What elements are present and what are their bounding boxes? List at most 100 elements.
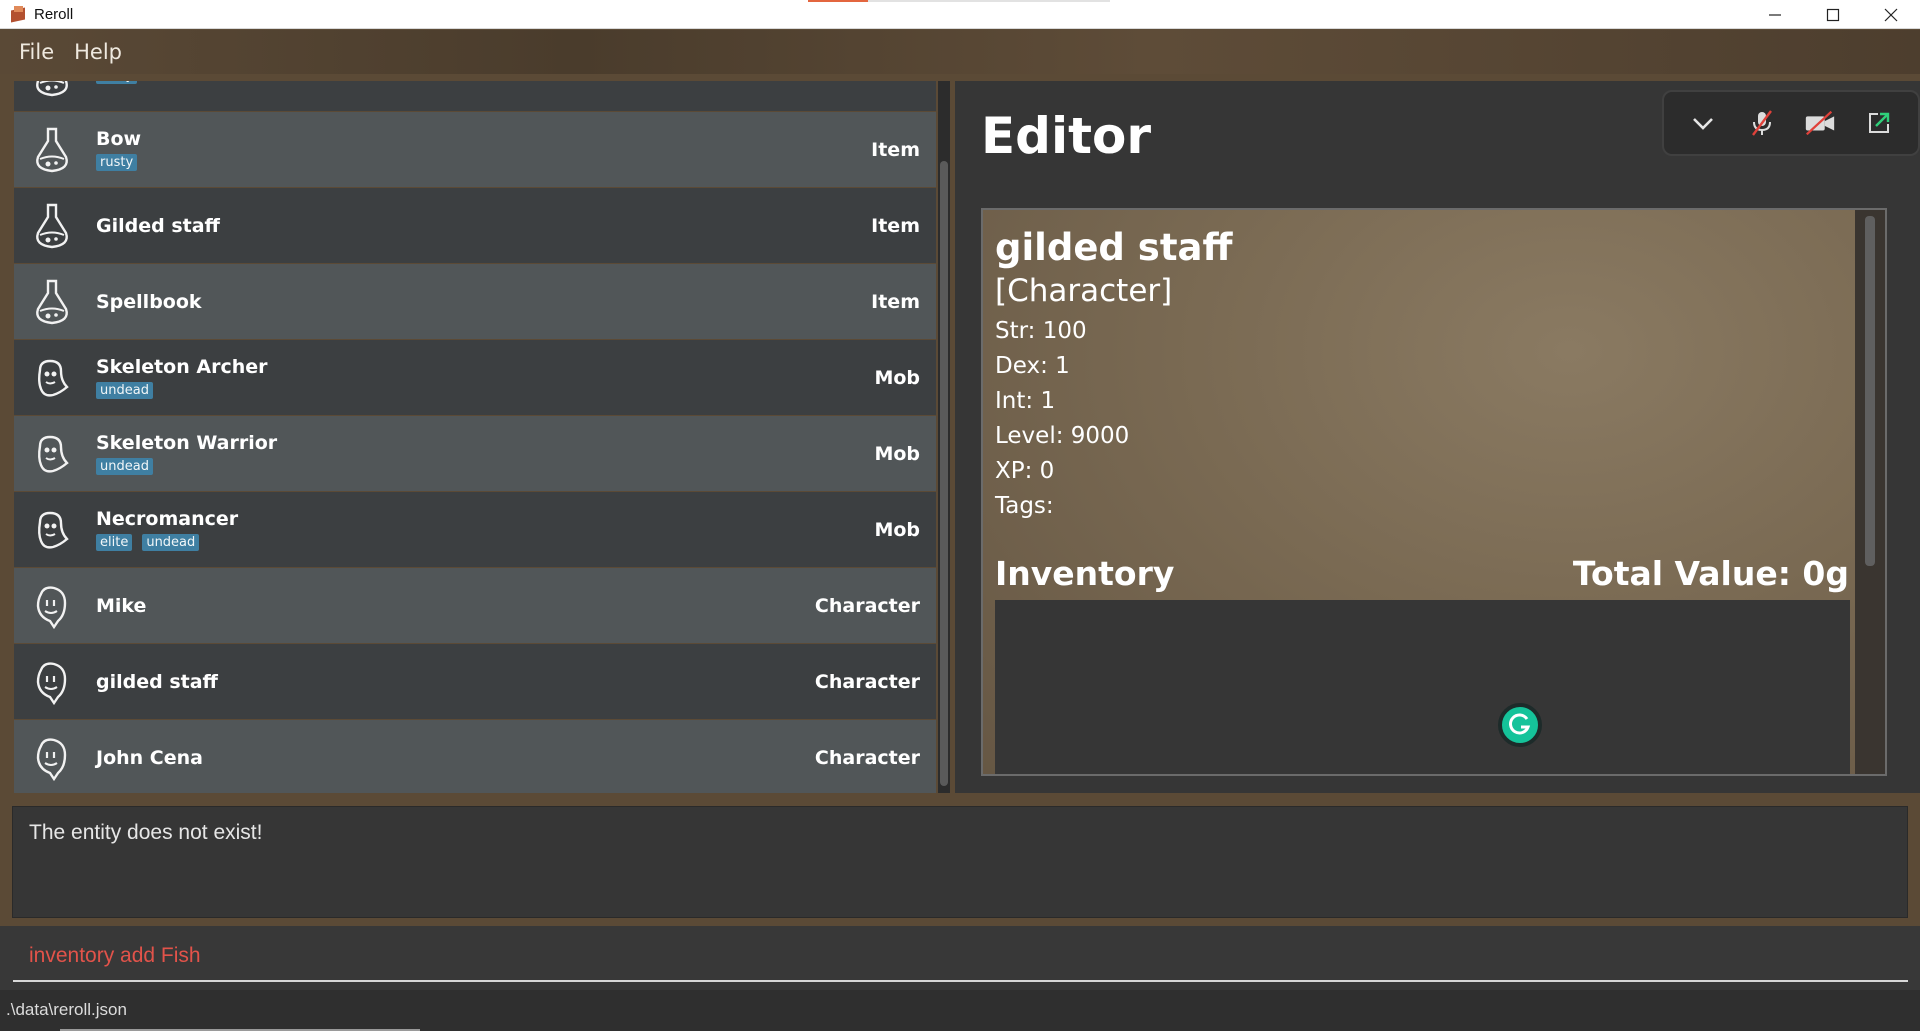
mute-microphone-button[interactable] <box>1745 106 1779 140</box>
stat-level: Level: 9000 <box>995 423 1130 449</box>
stat-int: Int: 1 <box>995 388 1056 414</box>
entity-type: Item <box>871 81 920 85</box>
entity-type: Mob <box>874 518 920 541</box>
microphone-off-icon <box>1751 110 1772 136</box>
entity-row[interactable]: John Cena Character <box>14 720 936 793</box>
tag-badge: undead <box>96 458 153 475</box>
ghost-icon <box>30 504 74 556</box>
entity-row[interactable]: Skeleton Warrior undead Mob <box>14 416 936 491</box>
entity-name: John Cena <box>96 746 203 769</box>
entity-row[interactable]: Spellbook Item <box>14 264 936 339</box>
share-screen-icon <box>1868 112 1889 133</box>
character-card: gilded staff [Character] Str: 100 Dex: 1… <box>981 208 1887 776</box>
window-title: Reroll <box>34 5 74 23</box>
entity-row[interactable]: Necromancer elite undead Mob <box>14 492 936 567</box>
entity-name: Bow <box>96 128 142 150</box>
title-bar: Reroll <box>0 0 1920 29</box>
entity-tags: undead <box>96 458 277 475</box>
entity-name: Skeleton Warrior <box>96 432 278 454</box>
tag-badge: undead <box>96 382 153 399</box>
window-controls <box>1746 0 1920 29</box>
card-scrollbar-thumb[interactable] <box>1865 216 1875 566</box>
minimize-button[interactable] <box>1746 0 1804 29</box>
entity-type: Character <box>814 670 920 693</box>
potion-flask-icon <box>30 124 74 176</box>
tag-badge: rusty <box>96 154 138 171</box>
entity-tags: undead <box>96 382 268 399</box>
maximize-icon <box>1826 8 1840 21</box>
character-name: gilded staff <box>995 226 1233 269</box>
entity-type: Item <box>871 138 920 161</box>
title-progress-bar <box>808 0 1110 2</box>
stat-tags: Tags: <box>995 493 1054 519</box>
entity-text: John Cena <box>96 747 203 769</box>
menu-help[interactable]: Help <box>64 40 132 64</box>
entity-text: Skeleton Archer undead <box>96 356 268 399</box>
grammarly-icon <box>1509 713 1531 735</box>
inventory-total-value: Total Value: 0g <box>1572 554 1849 593</box>
entity-name: Spellbook <box>96 290 202 313</box>
video-off-icon <box>1806 110 1835 136</box>
character-face-icon <box>30 656 74 708</box>
tag-badge: rusty <box>96 81 138 84</box>
close-icon <box>1884 8 1898 21</box>
card-scrollbar[interactable] <box>1855 210 1885 774</box>
command-input[interactable] <box>13 932 1908 982</box>
minimize-icon <box>1769 13 1781 16</box>
entity-text: gilded staff <box>96 671 218 693</box>
close-button[interactable] <box>1862 0 1920 29</box>
result-message: The entity does not exist! <box>29 821 263 844</box>
character-details: gilded staff [Character] Str: 100 Dex: 1… <box>995 226 1849 519</box>
entity-type: Mob <box>874 366 920 389</box>
ghost-icon <box>30 428 74 480</box>
entity-text: Skeleton Warrior undead <box>96 432 277 475</box>
data-file-path: .\data\reroll.json <box>6 1000 127 1019</box>
stat-xp: XP: 0 <box>995 458 1055 484</box>
entity-name: Mike <box>96 594 147 617</box>
chevron-down-icon <box>1693 118 1714 130</box>
app-logo-icon <box>10 6 26 23</box>
grammarly-button[interactable] <box>1498 703 1542 747</box>
share-screen-button[interactable] <box>1862 106 1896 140</box>
entity-row[interactable]: rusty Item <box>14 81 936 111</box>
entity-list-scrollbar[interactable] <box>938 81 950 793</box>
potion-flask-icon <box>30 276 74 328</box>
entity-row[interactable]: Skeleton Archer undead Mob <box>14 340 936 415</box>
entity-text: Bow rusty <box>96 128 147 171</box>
entity-row[interactable]: Bow rusty Item <box>14 112 936 187</box>
entity-row[interactable]: Gilded staff Item <box>14 188 936 263</box>
inventory-label: Inventory <box>995 554 1175 593</box>
entity-type: Character <box>814 594 920 617</box>
character-face-icon <box>30 732 74 784</box>
editor-title: Editor <box>981 107 1151 165</box>
entity-name: Gilded staff <box>96 214 220 237</box>
entity-tags: elite undead <box>96 534 238 551</box>
entity-row[interactable]: Mike Character <box>14 568 936 643</box>
inventory-list[interactable] <box>995 600 1850 774</box>
command-bar <box>0 926 1920 990</box>
menu-file[interactable]: File <box>9 40 64 64</box>
character-face-icon <box>30 580 74 632</box>
status-bar: .\data\reroll.json <box>0 990 1920 1031</box>
result-display: The entity does not exist! <box>12 806 1908 918</box>
ghost-icon <box>30 352 74 404</box>
entity-tags: rusty <box>96 81 147 84</box>
tag-badge: elite <box>96 534 133 551</box>
menu-bar: File Help <box>0 30 1920 74</box>
entity-name: Skeleton Archer <box>96 356 268 378</box>
entity-text: rusty <box>96 81 147 84</box>
maximize-button[interactable] <box>1804 0 1862 29</box>
entity-tags: rusty <box>96 154 147 171</box>
entity-text: Gilded staff <box>96 215 220 237</box>
floating-call-toolbar <box>1662 90 1920 156</box>
scrollbar-thumb[interactable] <box>940 161 948 786</box>
entity-name: Necromancer <box>96 508 239 530</box>
entity-type: Item <box>871 214 920 237</box>
entity-name: gilded staff <box>96 670 218 693</box>
tag-badge: undead <box>142 534 200 551</box>
entity-type: Character <box>814 746 920 769</box>
entity-row[interactable]: gilded staff Character <box>14 644 936 719</box>
camera-off-button[interactable] <box>1803 106 1837 140</box>
entity-type: Item <box>871 290 920 313</box>
collapse-button[interactable] <box>1686 106 1720 140</box>
